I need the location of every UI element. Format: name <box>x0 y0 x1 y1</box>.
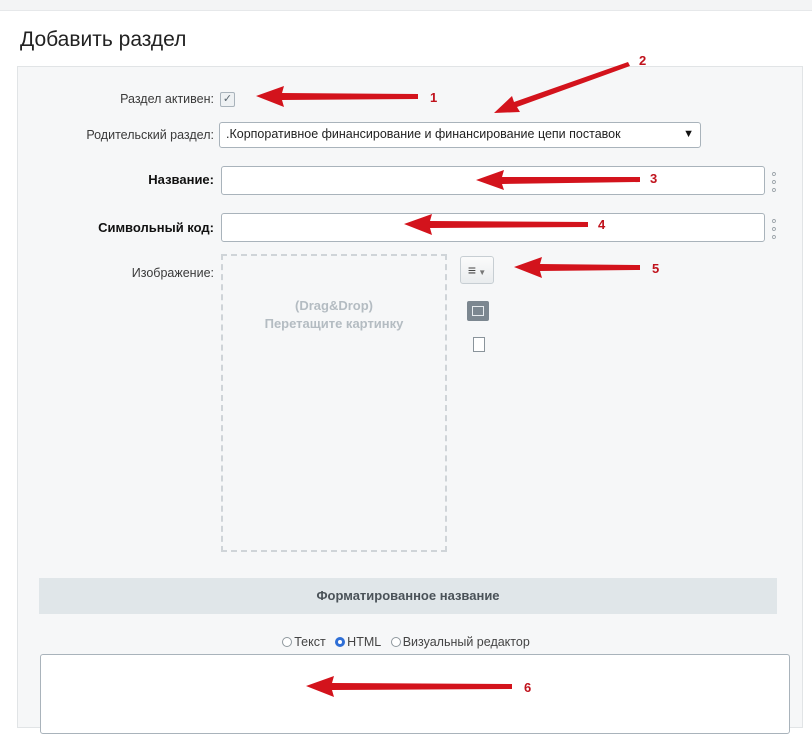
annotation-number-6: 6 <box>524 680 531 695</box>
annotation-number-4: 4 <box>598 217 606 232</box>
annotation-arrow-5 <box>514 257 640 278</box>
annotation-number-3: 3 <box>650 171 657 186</box>
annotation-arrow-6 <box>306 676 512 697</box>
annotation-number-5: 5 <box>652 261 659 276</box>
annotation-arrow-3 <box>476 170 640 190</box>
annotation-number-1: 1 <box>430 90 437 105</box>
annotation-arrow-4 <box>404 214 588 235</box>
annotation-arrow-1 <box>256 86 418 107</box>
annotation-number-2: 2 <box>639 53 646 68</box>
annotation-layer: 1 2 3 4 5 6 <box>256 53 659 697</box>
annotation-arrow-2 <box>494 62 630 113</box>
